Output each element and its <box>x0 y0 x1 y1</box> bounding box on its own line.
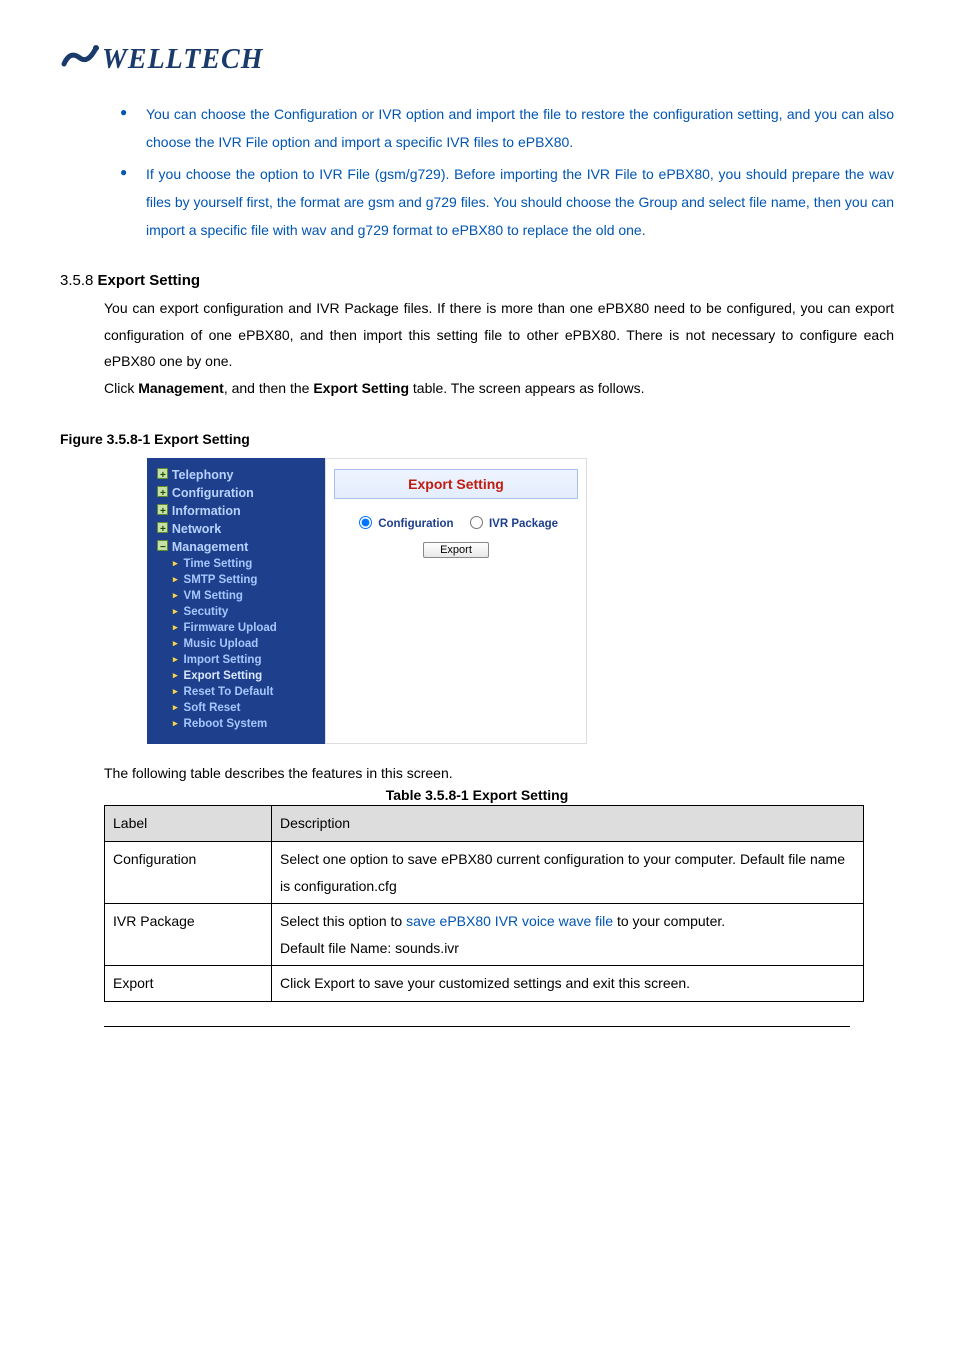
nav-item-network[interactable]: +Network <box>147 520 325 538</box>
logo-icon <box>60 40 100 80</box>
table-row: Export Click Export to save your customi… <box>105 966 864 1002</box>
radio-ivr-input[interactable] <box>470 516 483 529</box>
nav-sub-vm-setting[interactable]: VM Setting <box>173 588 325 604</box>
section-number: 3.5.8 <box>60 272 93 289</box>
radio-configuration-input[interactable] <box>359 516 372 529</box>
content-panel: Export Setting Configuration IVR Package… <box>325 458 587 744</box>
section-title: Export Setting <box>98 272 201 289</box>
body-bold: Management <box>138 380 224 396</box>
panel-title-text: Export Setting <box>408 476 504 492</box>
table-row: Configuration Select one option to save … <box>105 841 864 903</box>
cell-text-highlight: save ePBX80 IVR voice wave file <box>406 913 613 929</box>
nav-sub-time-setting[interactable]: Time Setting <box>173 556 325 572</box>
nav-sub-soft-reset[interactable]: Soft Reset <box>173 700 325 716</box>
figure-caption-text: Figure 3.5.8-1 Export Setting <box>60 431 250 447</box>
section-body: You can export configuration and IVR Pac… <box>104 295 894 401</box>
radio-label: IVR Package <box>489 518 558 530</box>
nav-sub-export-setting[interactable]: Export Setting <box>173 668 325 684</box>
logo-text: WELLTECH <box>102 44 264 76</box>
body-text: table. The screen appears as follows. <box>409 380 645 396</box>
logo: WELLTECH <box>60 40 894 80</box>
table-header-label: Label <box>105 806 272 842</box>
table-caption: Table 3.5.8-1 Export Setting <box>60 787 894 803</box>
cell-label: Export <box>105 966 272 1002</box>
screenshot: +Telephony +Configuration +Information +… <box>146 457 588 745</box>
nav-sub-firmware-upload[interactable]: Firmware Upload <box>173 620 325 636</box>
bullet-list: You can choose the Configuration or IVR … <box>120 100 894 244</box>
figure-caption: Figure 3.5.8-1 Export Setting <box>60 431 894 447</box>
cell-text: Default file Name: sounds.ivr <box>280 940 459 956</box>
nav-item-configuration[interactable]: +Configuration <box>147 484 325 502</box>
cell-desc: Select one option to save ePBX80 current… <box>272 841 864 903</box>
nav-sub-reboot-system[interactable]: Reboot System <box>173 716 325 732</box>
nav-sub-smtp-setting[interactable]: SMTP Setting <box>173 572 325 588</box>
nav-sub-import-setting[interactable]: Import Setting <box>173 652 325 668</box>
radio-configuration[interactable]: Configuration <box>354 518 454 530</box>
table-row: IVR Package Select this option to save e… <box>105 904 864 966</box>
nav-panel: +Telephony +Configuration +Information +… <box>147 458 325 744</box>
section-heading: 3.5.8 Export Setting <box>60 272 894 289</box>
nav-item-information[interactable]: +Information <box>147 502 325 520</box>
cell-text: Select this option to <box>280 913 406 929</box>
nav-sub-security[interactable]: Secutity <box>173 604 325 620</box>
nav-item-telephony[interactable]: +Telephony <box>147 466 325 484</box>
post-figure-text: The following table describes the featur… <box>104 765 894 781</box>
bullet-item: You can choose the Configuration or IVR … <box>120 100 894 156</box>
cell-desc: Select this option to save ePBX80 IVR vo… <box>272 904 864 966</box>
body-text: , and then the <box>224 380 314 396</box>
body-text: Click <box>104 380 138 396</box>
panel-title: Export Setting <box>334 469 578 499</box>
nav-label: Telephony <box>172 468 234 482</box>
cell-label: IVR Package <box>105 904 272 966</box>
nav-label: Network <box>172 522 221 536</box>
nav-sub-reset-to-default[interactable]: Reset To Default <box>173 684 325 700</box>
description-table: Label Description Configuration Select o… <box>104 805 864 1002</box>
radio-ivr-package[interactable]: IVR Package <box>465 518 558 530</box>
nav-sub-music-upload[interactable]: Music Upload <box>173 636 325 652</box>
cell-desc: Click Export to save your customized set… <box>272 966 864 1002</box>
radio-group: Configuration IVR Package <box>334 513 578 530</box>
body-text: You can export configuration and IVR Pac… <box>104 300 894 369</box>
nav-label: Configuration <box>172 486 254 500</box>
table-header-description: Description <box>272 806 864 842</box>
body-bold: Export Setting <box>313 380 409 396</box>
cell-label: Configuration <box>105 841 272 903</box>
nav-item-management[interactable]: −Management Time Setting SMTP Setting VM… <box>147 538 325 734</box>
cell-text: to your computer. <box>613 913 725 929</box>
nav-label: Information <box>172 504 241 518</box>
nav-label: Management <box>172 540 248 554</box>
footer-rule <box>104 1026 850 1027</box>
bullet-item: If you choose the option to IVR File (gs… <box>120 160 894 244</box>
radio-label: Configuration <box>378 518 453 530</box>
export-button[interactable]: Export <box>423 542 489 558</box>
